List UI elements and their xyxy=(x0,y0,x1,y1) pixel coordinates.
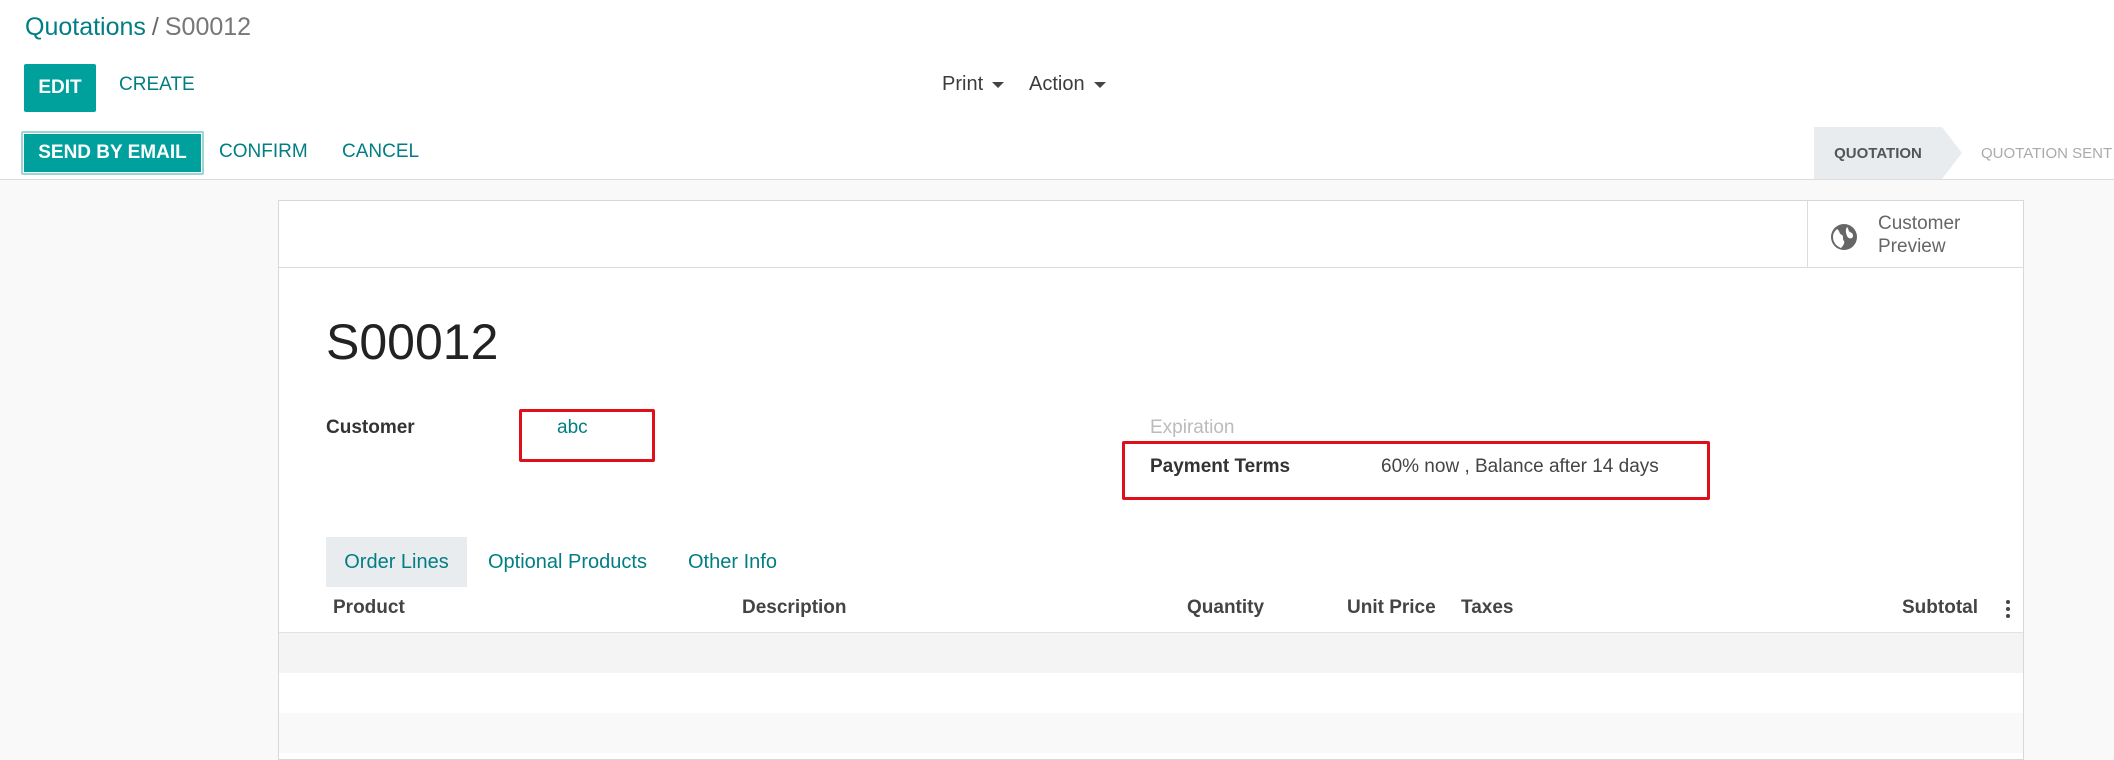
breadcrumb-current: S00012 xyxy=(164,13,252,41)
print-dropdown[interactable]: Print xyxy=(942,73,1005,96)
cancel-button[interactable]: CANCEL xyxy=(342,141,419,163)
send-by-email-button[interactable]: SEND BY EMAIL xyxy=(21,131,204,175)
table-row xyxy=(279,633,2023,673)
tab-optional-products[interactable]: Optional Products xyxy=(488,537,647,587)
action-dropdown[interactable]: Action xyxy=(1029,73,1106,96)
column-header-taxes[interactable]: Taxes xyxy=(1461,597,1513,619)
highlight-box-customer xyxy=(519,409,655,462)
column-header-quantity[interactable]: Quantity xyxy=(1187,597,1264,619)
create-button[interactable]: CREATE xyxy=(119,74,195,96)
column-header-description[interactable]: Description xyxy=(742,597,847,619)
record-title: S00012 xyxy=(326,314,499,370)
table-row xyxy=(279,713,2023,753)
edit-button[interactable]: EDIT xyxy=(24,64,96,112)
stage-quotation-sent[interactable]: QUOTATION SENT xyxy=(1981,127,2112,179)
stage-quotation[interactable]: QUOTATION xyxy=(1814,127,1942,179)
action-label: Action xyxy=(1029,73,1085,95)
globe-icon xyxy=(1831,224,1857,250)
breadcrumb: Quotations / S00012 xyxy=(25,12,251,42)
caret-down-icon xyxy=(1093,81,1106,88)
customer-preview-button[interactable]: Customer Preview xyxy=(1807,201,2023,267)
breadcrumb-separator: / xyxy=(151,13,159,41)
caret-down-icon xyxy=(992,81,1005,88)
column-header-subtotal[interactable]: Subtotal xyxy=(1902,597,1978,619)
column-header-product[interactable]: Product xyxy=(333,597,405,619)
breadcrumb-quotations-link[interactable]: Quotations xyxy=(25,13,146,41)
customer-preview-label: Customer Preview xyxy=(1878,213,1961,257)
stage-arrow xyxy=(1942,127,1962,179)
print-label: Print xyxy=(942,73,984,95)
control-panel: Quotations / S00012 EDIT CREATE Print Acti… xyxy=(0,0,2114,128)
table-row xyxy=(279,673,2023,713)
confirm-button[interactable]: CONFIRM xyxy=(219,141,308,163)
kebab-menu-icon[interactable] xyxy=(2006,600,2010,620)
tab-other-info[interactable]: Other Info xyxy=(688,537,777,587)
order-lines-header: Product Description Quantity Unit Price … xyxy=(279,587,2023,633)
column-header-unit-price[interactable]: Unit Price xyxy=(1347,597,1436,619)
form-sheet: Customer Preview S00012 Customer abc Exp… xyxy=(278,200,2024,760)
statusbar: SEND BY EMAIL CONFIRM CANCEL QUOTATION Q… xyxy=(0,127,2114,180)
tab-order-lines[interactable]: Order Lines xyxy=(326,537,467,587)
customer-label: Customer xyxy=(326,417,415,438)
expiration-label: Expiration xyxy=(1150,417,1235,438)
highlight-box-payment-terms xyxy=(1122,441,1710,500)
button-box: Customer Preview xyxy=(279,201,2023,268)
